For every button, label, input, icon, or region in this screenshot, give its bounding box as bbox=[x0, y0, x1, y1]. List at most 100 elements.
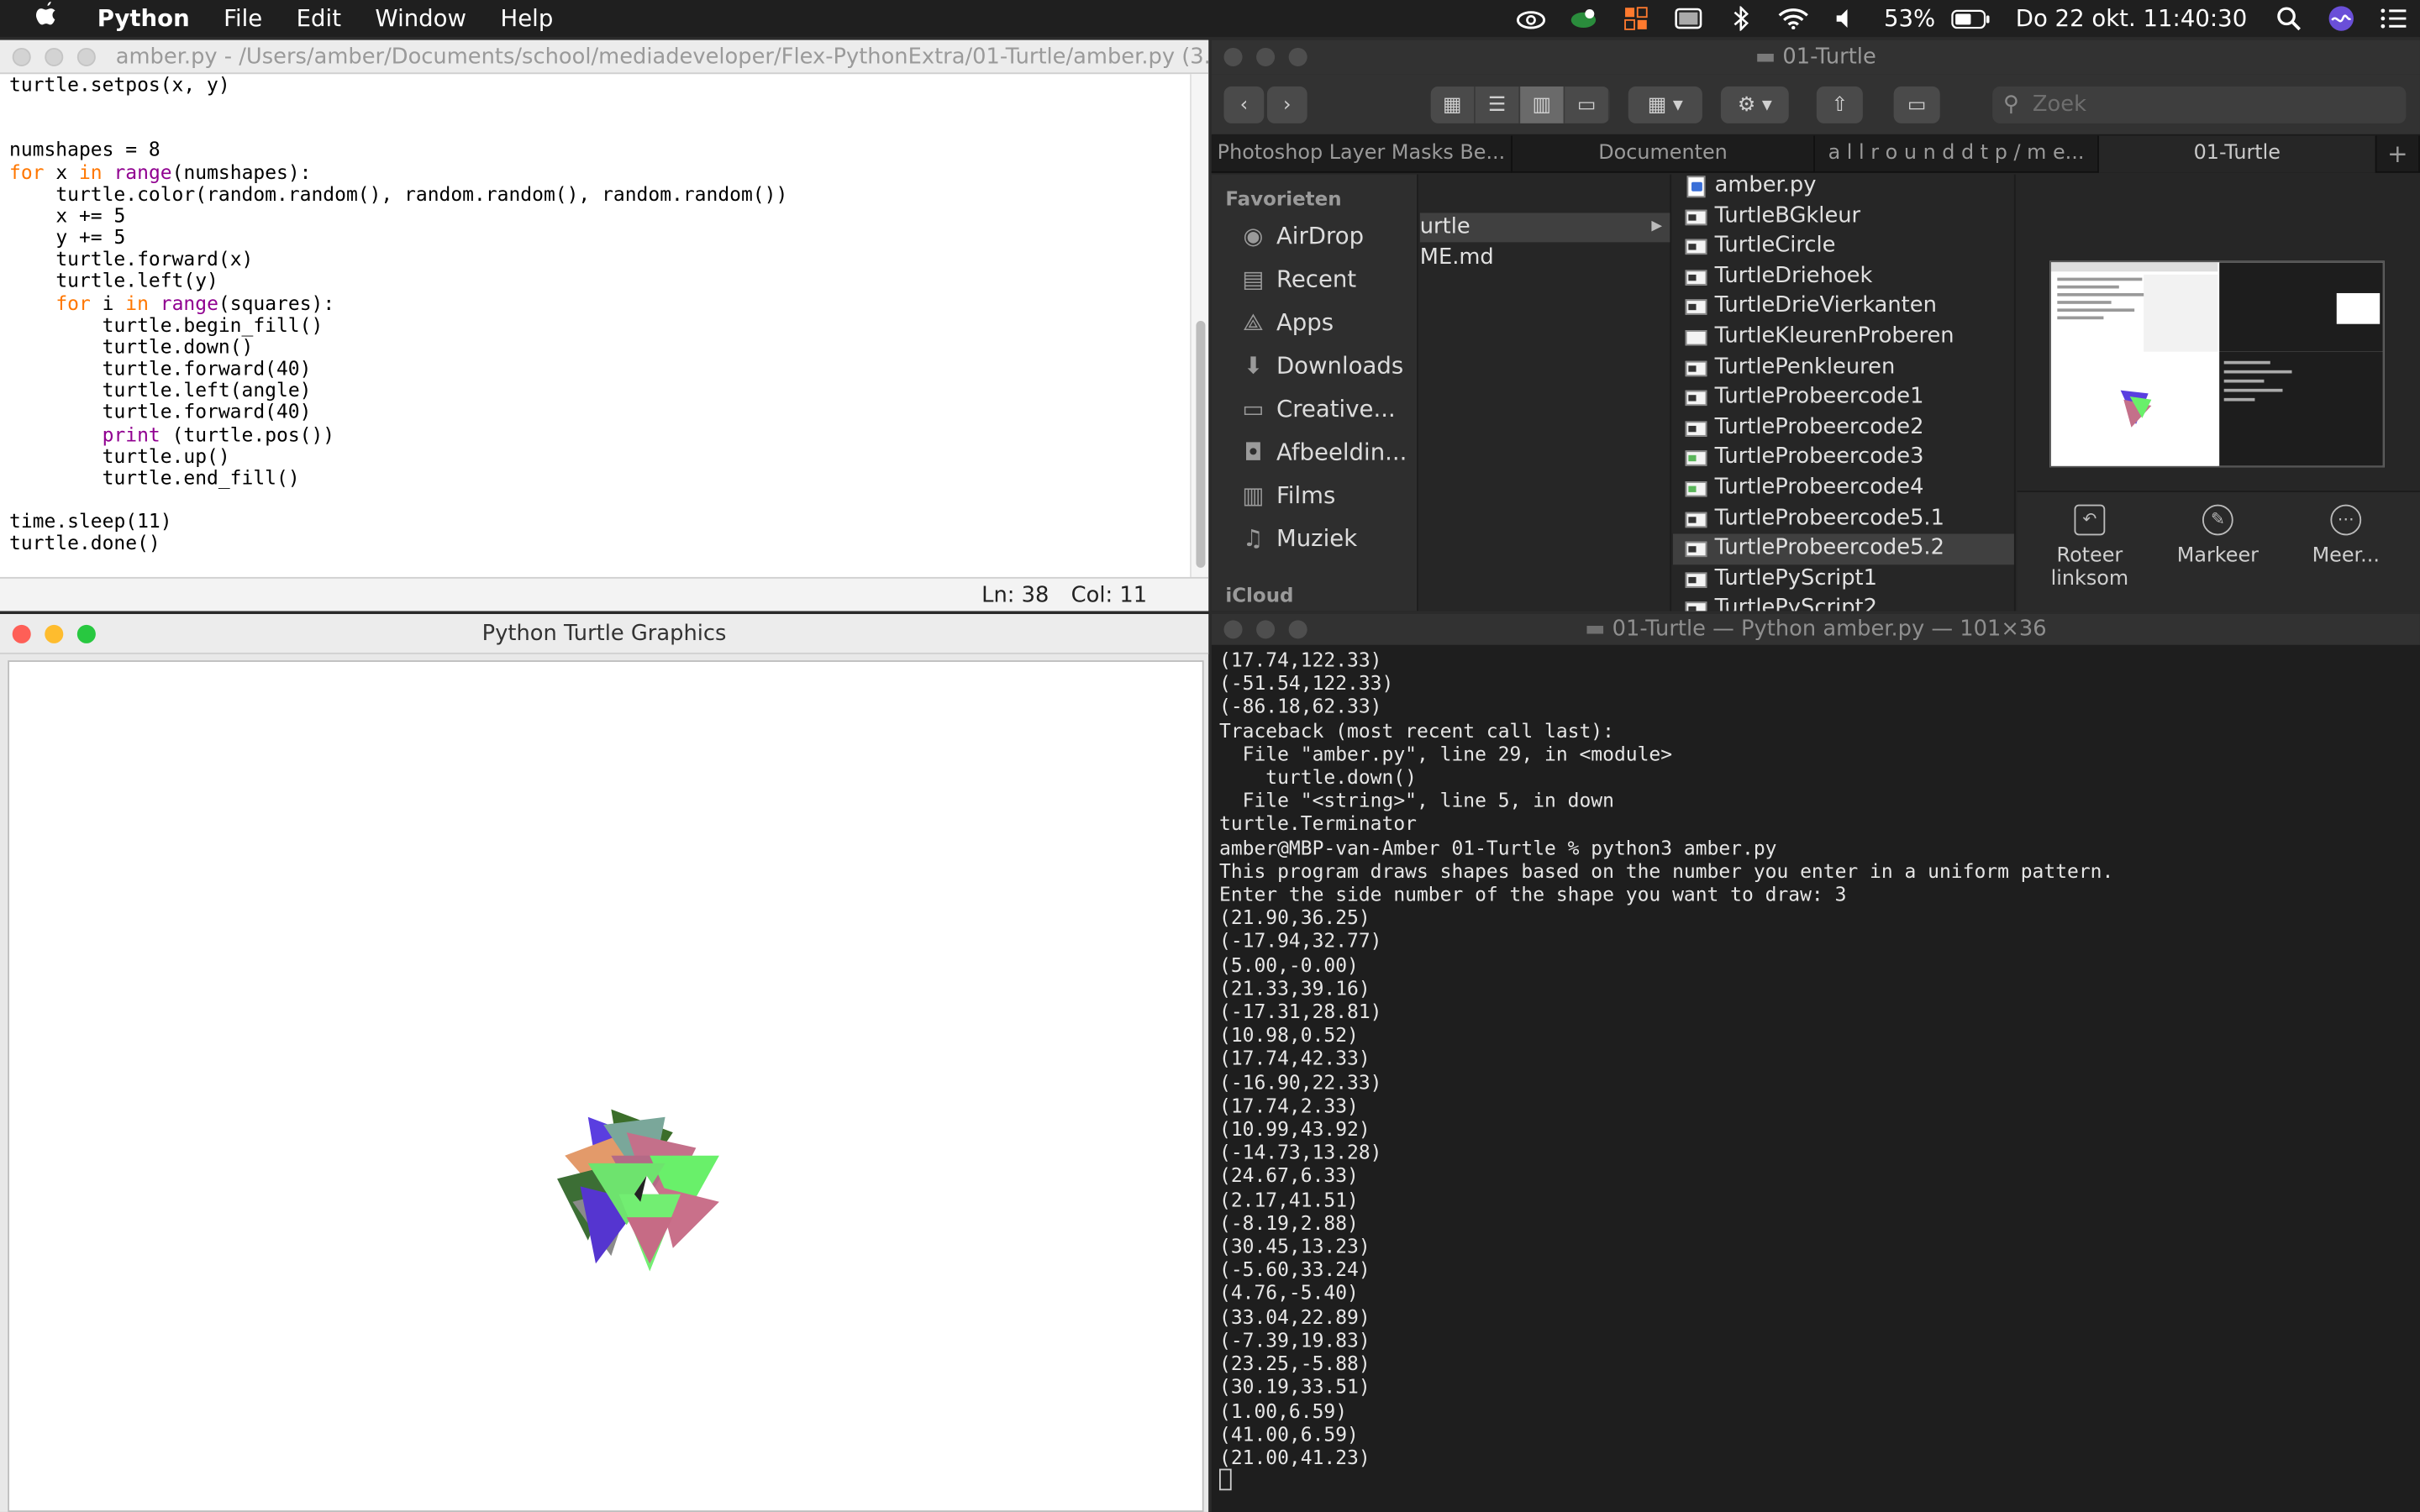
editor-titlebar[interactable]: amber.py - /Users/amber/Documents/school… bbox=[0, 39, 1254, 75]
minimize-button[interactable] bbox=[45, 47, 64, 66]
file-list-item[interactable]: TurtleProbeercode1 bbox=[1673, 383, 2014, 413]
sidebar-item-label: Recent bbox=[1276, 265, 1357, 293]
file-list-item[interactable]: amber.py bbox=[1673, 175, 2014, 202]
tab-01-turtle[interactable]: 01-Turtle bbox=[2098, 135, 2377, 173]
sidebar-item-films[interactable]: ▥ Films bbox=[1239, 475, 1335, 516]
tab-allround[interactable]: a l l r o u n d d t p / m e... bbox=[1815, 135, 2099, 173]
terminal-output[interactable]: (17.74,122.33) (-51.54,122.33) (-86.18,62.… bbox=[1218, 648, 2407, 1505]
zoom-button[interactable] bbox=[1288, 47, 1307, 66]
turtle-titlebar[interactable]: Python Turtle Graphics bbox=[0, 614, 1209, 654]
gallery-view-icon[interactable]: ▭ bbox=[1565, 86, 1610, 123]
file-list-item[interactable]: TurtlePyScript1 bbox=[1673, 564, 2014, 595]
sidebar-item-muziek[interactable]: ♫ Muziek bbox=[1239, 518, 1357, 559]
action-gear-icon[interactable]: ⚙ ▾ bbox=[1720, 86, 1789, 123]
list-view-icon[interactable]: ☰ bbox=[1475, 86, 1521, 123]
menu-window[interactable]: Window bbox=[358, 0, 483, 37]
battery-icon[interactable] bbox=[1948, 0, 1994, 37]
sidebar-item-creative[interactable]: ▭ Creative... bbox=[1239, 389, 1395, 429]
search-input[interactable]: ⚲ Zoek bbox=[1992, 86, 2407, 123]
file-list-item[interactable]: TurtleBGkleur bbox=[1673, 202, 2014, 232]
markup-button[interactable]: ✎ Markeer bbox=[2164, 504, 2272, 568]
editor-window: amber.py - /Users/amber/Documents/school… bbox=[0, 39, 1254, 612]
close-button[interactable] bbox=[1223, 620, 1243, 639]
close-button[interactable] bbox=[12, 624, 31, 643]
list-item[interactable]: ME.md bbox=[1420, 244, 1670, 273]
turtle-canvas[interactable] bbox=[8, 660, 1204, 1512]
zoom-button[interactable] bbox=[76, 624, 96, 643]
file-name: TurtlePenkleuren bbox=[1714, 354, 1896, 380]
bluetooth-icon[interactable] bbox=[1714, 0, 1766, 37]
column-view-icon[interactable]: ▥ bbox=[1520, 86, 1565, 123]
share-icon[interactable]: ⇧ bbox=[1816, 86, 1863, 123]
finder-title: 01-Turtle bbox=[1782, 45, 1876, 70]
file-list-item[interactable]: TurtleProbeercode4 bbox=[1673, 474, 2014, 504]
more-button[interactable]: ⋯ Meer... bbox=[2291, 504, 2400, 568]
rotate-left-button[interactable]: ↶ Roteer linksom bbox=[2036, 504, 2144, 591]
search-placeholder: Zoek bbox=[2032, 92, 2087, 118]
file-list-item[interactable]: TurtleDrieVierkanten bbox=[1673, 292, 2014, 323]
siri-icon[interactable] bbox=[2315, 0, 2367, 37]
display-icon[interactable] bbox=[1661, 0, 1713, 37]
terminal-prompt-line[interactable] bbox=[1218, 1468, 2407, 1493]
menu-help[interactable]: Help bbox=[483, 0, 570, 37]
file-list-item[interactable]: TurtleProbeercode2 bbox=[1673, 413, 2014, 444]
menu-file[interactable]: File bbox=[207, 0, 280, 37]
zoom-button[interactable] bbox=[1288, 620, 1307, 639]
finder-titlebar[interactable]: ▬ 01-Turtle bbox=[1211, 39, 2420, 75]
zoom-button[interactable] bbox=[76, 47, 96, 66]
sync-icon[interactable] bbox=[1557, 0, 1609, 37]
scrollbar-thumb[interactable] bbox=[1196, 321, 1206, 568]
minimize-button[interactable] bbox=[1256, 47, 1276, 66]
file-list-item[interactable]: TurtlePyScript2 bbox=[1673, 595, 2014, 612]
app-file-icon bbox=[1685, 481, 1707, 497]
rotate-left-icon: ↶ bbox=[2074, 504, 2106, 536]
file-list-item[interactable]: TurtleProbeercode5.1 bbox=[1673, 504, 2014, 534]
search-icon: ⚲ bbox=[2003, 92, 2019, 118]
code-line: print (turtle.pos()) bbox=[102, 422, 335, 445]
close-button[interactable] bbox=[1223, 47, 1243, 66]
terminal-line: (5.00,-0.00) bbox=[1218, 953, 1359, 976]
group-button[interactable]: ▦ ▾ bbox=[1628, 86, 1702, 123]
editor-scrollbar[interactable] bbox=[1190, 74, 1209, 577]
sidebar-item-afbeeldingen[interactable]: ◘ Afbeeldin... bbox=[1239, 432, 1407, 472]
file-list-item[interactable]: TurtleProbeercode3 bbox=[1673, 444, 2014, 474]
preview-thumbnail[interactable] bbox=[2049, 260, 2385, 468]
list-item[interactable]: urtle ▶ bbox=[1419, 213, 1670, 243]
file-list-item[interactable]: TurtlePenkleuren bbox=[1673, 353, 2014, 383]
tab-documenten[interactable]: Documenten bbox=[1512, 135, 1815, 173]
clock[interactable]: Do 22 okt. 11:40:30 bbox=[1994, 0, 2263, 37]
minimize-button[interactable] bbox=[1256, 620, 1276, 639]
sidebar-item-downloads[interactable]: ⬇ Downloads bbox=[1239, 345, 1403, 386]
icon-view-icon[interactable]: ▦ bbox=[1430, 86, 1476, 123]
app-menu[interactable]: Python bbox=[81, 0, 207, 37]
sidebar-item-apps[interactable]: ⟁ Apps bbox=[1239, 302, 1334, 343]
volume-icon[interactable] bbox=[1819, 0, 1871, 37]
code-line: time.sleep(11) bbox=[9, 509, 172, 533]
terminal-titlebar[interactable]: ▬ 01-Turtle — Python amber.py — 101×36 bbox=[1211, 614, 2420, 645]
sidebar-item-recent[interactable]: ▤ Recent bbox=[1239, 260, 1356, 300]
file-list-item[interactable]: TurtleKleurenProberen bbox=[1673, 323, 2014, 353]
code-editor[interactable]: turtle.setpos(x, y) numshapes = 8 for x i… bbox=[9, 74, 1190, 574]
notification-center-icon[interactable] bbox=[2367, 0, 2419, 37]
terminal-line: (21.00,41.23) bbox=[1218, 1445, 1370, 1469]
back-button[interactable]: ‹ bbox=[1223, 86, 1265, 123]
file-name: TurtleProbeercode5.1 bbox=[1714, 505, 1944, 531]
spotlight-search-icon[interactable] bbox=[2263, 0, 2315, 37]
menu-edit[interactable]: Edit bbox=[279, 0, 358, 37]
new-tab-plus-icon[interactable]: + bbox=[2377, 135, 2420, 173]
apple-menu-icon[interactable] bbox=[0, 0, 81, 37]
tab-photoshop[interactable]: Photoshop Layer Masks Be... bbox=[1212, 135, 1512, 173]
sidebar-item-airdrop[interactable]: ◉ AirDrop bbox=[1239, 216, 1364, 256]
file-name: TurtleDrieVierkanten bbox=[1714, 293, 1937, 319]
grid-app-icon[interactable] bbox=[1609, 0, 1661, 37]
minimize-button[interactable] bbox=[45, 624, 64, 643]
file-list-item[interactable]: TurtleCircle bbox=[1673, 232, 2014, 262]
tag-icon[interactable]: ▭ bbox=[1893, 86, 1940, 123]
forward-button[interactable]: › bbox=[1266, 86, 1307, 123]
close-button[interactable] bbox=[12, 47, 31, 66]
wifi-icon[interactable] bbox=[1766, 0, 1818, 37]
file-list-item[interactable]: TurtleProbeercode5.2 bbox=[1672, 533, 2014, 564]
terminal-line: (24.67,6.33) bbox=[1218, 1163, 1359, 1188]
creative-cloud-icon[interactable] bbox=[1504, 0, 1556, 37]
file-list-item[interactable]: TurtleDriehoek bbox=[1673, 262, 2014, 292]
